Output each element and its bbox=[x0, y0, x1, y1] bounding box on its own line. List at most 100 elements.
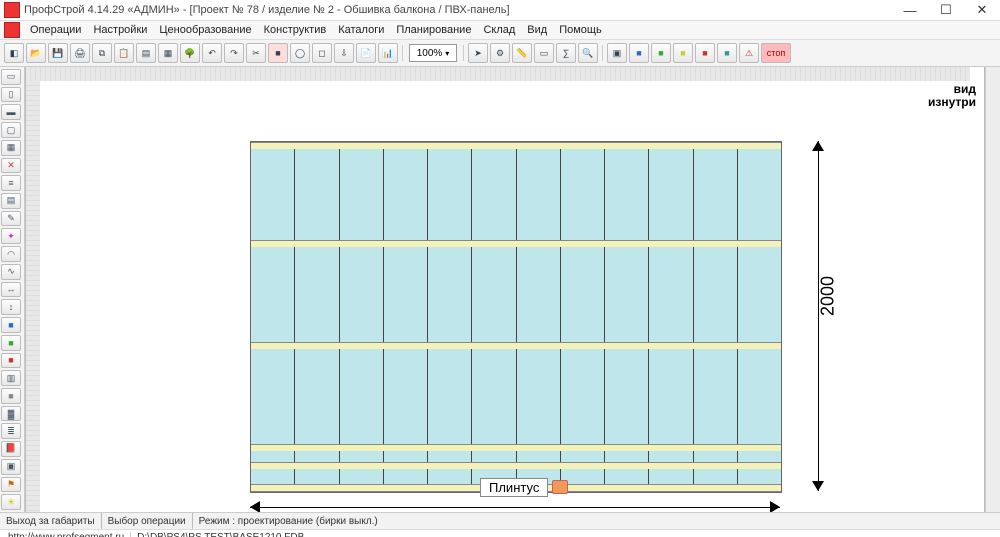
import-icon[interactable]: ⇩ bbox=[334, 43, 354, 63]
measure-icon[interactable]: ↕ bbox=[1, 299, 21, 315]
box-red-icon[interactable]: ■ bbox=[695, 43, 715, 63]
report-icon[interactable]: 📄 bbox=[356, 43, 376, 63]
grid2-icon[interactable]: ▦ bbox=[1, 140, 21, 156]
flag-icon[interactable]: ⚑ bbox=[1, 477, 21, 493]
title-bar: ПрофСтрой 4.14.29 «АДМИН» - [Проект № 78… bbox=[0, 0, 1000, 21]
status-bounds[interactable]: Выход за габариты bbox=[0, 513, 102, 529]
zoom-value: 100% bbox=[417, 48, 443, 59]
status-operation[interactable]: Выбор операции bbox=[102, 513, 193, 529]
grid-icon[interactable]: ▦ bbox=[158, 43, 178, 63]
zoom-select[interactable]: 100%▾ bbox=[409, 44, 457, 62]
dimension-width-value: 3000 bbox=[495, 509, 535, 512]
panel-row-3 bbox=[251, 349, 781, 444]
menu-settings[interactable]: Настройки bbox=[87, 22, 153, 38]
color-icon[interactable]: ■ bbox=[268, 43, 288, 63]
menu-catalogs[interactable]: Каталоги bbox=[332, 22, 390, 38]
window-title: ПрофСтрой 4.14.29 «АДМИН» - [Проект № 78… bbox=[24, 4, 510, 16]
frame-icon[interactable]: ▣ bbox=[607, 43, 627, 63]
panel-v-icon[interactable]: ▯ bbox=[1, 87, 21, 103]
status-bar: Выход за габариты Выбор операции Режим :… bbox=[0, 512, 1000, 529]
blue-dot-icon[interactable]: ■ bbox=[1, 317, 21, 333]
panel-row-1 bbox=[251, 149, 781, 240]
ruler-icon[interactable]: 📏 bbox=[512, 43, 532, 63]
menu-view[interactable]: Вид bbox=[521, 22, 553, 38]
box-yellow-icon[interactable]: ■ bbox=[673, 43, 693, 63]
gridline-icon[interactable]: ▤ bbox=[1, 193, 21, 209]
cross-icon[interactable]: ✕ bbox=[1, 158, 21, 174]
main-toolbar: ◧ 📂 💾 🖨 ⧉ 📋 ▤ ▦ 🌳 ↶ ↷ ✂ ■ ◯ ◻ ⇩ 📄 📊 100%… bbox=[0, 40, 1000, 67]
menu-operations[interactable]: Операции bbox=[24, 22, 87, 38]
section-icon[interactable]: ≡ bbox=[1, 175, 21, 191]
panel-row-4 bbox=[251, 451, 781, 462]
arrow-icon[interactable]: ➤ bbox=[468, 43, 488, 63]
open-icon[interactable]: 📂 bbox=[26, 43, 46, 63]
box-green-icon[interactable]: ■ bbox=[651, 43, 671, 63]
menu-help[interactable]: Помощь bbox=[553, 22, 608, 38]
print-icon[interactable]: 🖨 bbox=[70, 43, 90, 63]
view-label-2: изнутри bbox=[928, 96, 976, 109]
menu-planning[interactable]: Планирование bbox=[390, 22, 477, 38]
panel-row-2 bbox=[251, 247, 781, 342]
green-dot-icon[interactable]: ■ bbox=[1, 335, 21, 351]
redo-icon[interactable]: ↷ bbox=[224, 43, 244, 63]
star-icon[interactable]: ✦ bbox=[1, 228, 21, 244]
arc-icon[interactable]: ◠ bbox=[1, 246, 21, 262]
maximize-button[interactable]: ☐ bbox=[932, 1, 960, 19]
menu-pricing[interactable]: Ценообразование bbox=[153, 22, 257, 38]
element-label-handle[interactable] bbox=[552, 480, 568, 494]
menu-warehouse[interactable]: Склад bbox=[477, 22, 521, 38]
tree-icon[interactable]: 🌳 bbox=[180, 43, 200, 63]
footer-url[interactable]: http://www.profsegment.ru bbox=[2, 532, 131, 537]
light-icon[interactable]: ☀ bbox=[1, 494, 21, 510]
box-icon[interactable]: ▣ bbox=[1, 459, 21, 475]
red-dot-icon[interactable]: ■ bbox=[1, 353, 21, 369]
save-icon[interactable]: 💾 bbox=[48, 43, 68, 63]
warning-icon[interactable]: ⚠ bbox=[739, 43, 759, 63]
app-icon bbox=[4, 2, 20, 18]
board-icon[interactable]: ▥ bbox=[1, 370, 21, 386]
vertical-scrollbar[interactable] bbox=[985, 67, 1000, 512]
square-icon[interactable]: ◻ bbox=[312, 43, 332, 63]
menu-construct[interactable]: Конструктив bbox=[258, 22, 333, 38]
new-icon[interactable]: ◧ bbox=[4, 43, 24, 63]
panel-h-icon[interactable]: ▬ bbox=[1, 104, 21, 120]
dimension-height: 2000 bbox=[800, 141, 840, 491]
circle-icon[interactable]: ◯ bbox=[290, 43, 310, 63]
minimize-button[interactable]: — bbox=[896, 1, 924, 19]
book-icon[interactable]: 📕 bbox=[1, 441, 21, 457]
gear-icon[interactable]: ⚙ bbox=[490, 43, 510, 63]
footer-bar: http://www.profsegment.ru D:\DB\PS4\PS T… bbox=[0, 529, 1000, 537]
layers-icon[interactable]: ▤ bbox=[136, 43, 156, 63]
pencil-icon[interactable]: ✎ bbox=[1, 211, 21, 227]
cut-icon[interactable]: ✂ bbox=[246, 43, 266, 63]
element-label-text: Плинтус bbox=[489, 480, 539, 495]
box-teal-icon[interactable]: ■ bbox=[717, 43, 737, 63]
side-toolbar: ▭ ▯ ▬ ▢ ▦ ✕ ≡ ▤ ✎ ✦ ◠ ∿ ↔ ↕ ■ ■ ■ ▥ ■ ▓ … bbox=[0, 67, 25, 512]
ruler-horizontal bbox=[26, 67, 970, 82]
tag-icon[interactable]: стоп bbox=[761, 43, 791, 63]
calc-icon[interactable]: ∑ bbox=[556, 43, 576, 63]
ruler-vertical bbox=[26, 81, 41, 512]
chart-icon[interactable]: 📊 bbox=[378, 43, 398, 63]
undo-icon[interactable]: ↶ bbox=[202, 43, 222, 63]
element-label-plinth[interactable]: Плинтус bbox=[480, 478, 548, 497]
paste-icon[interactable]: 📋 bbox=[114, 43, 134, 63]
box-blue-icon[interactable]: ■ bbox=[629, 43, 649, 63]
copy-icon[interactable]: ⧉ bbox=[92, 43, 112, 63]
dimension-width: 3000 bbox=[250, 501, 780, 512]
canvas[interactable]: вид изнутри bbox=[40, 81, 984, 512]
footer-db-path: D:\DB\PS4\PS TEST\BASE1210.FDB bbox=[131, 532, 310, 537]
dim-icon[interactable]: ↔ bbox=[1, 282, 21, 298]
curve-icon[interactable]: ∿ bbox=[1, 264, 21, 280]
sheet-icon[interactable]: ▭ bbox=[534, 43, 554, 63]
status-mode: Режим : проектирование (бирки выкл.) bbox=[193, 513, 1000, 529]
gray-dot-icon[interactable]: ■ bbox=[1, 388, 21, 404]
wall-icon[interactable]: ▓ bbox=[1, 406, 21, 422]
construction-drawing[interactable] bbox=[250, 141, 782, 493]
layer-icon[interactable]: ≣ bbox=[1, 423, 21, 439]
close-button[interactable]: ✕ bbox=[968, 1, 996, 19]
window-icon[interactable]: ▢ bbox=[1, 122, 21, 138]
view-label: вид изнутри bbox=[928, 83, 976, 109]
select-icon[interactable]: ▭ bbox=[1, 69, 21, 85]
glass-icon[interactable]: 🔍 bbox=[578, 43, 598, 63]
